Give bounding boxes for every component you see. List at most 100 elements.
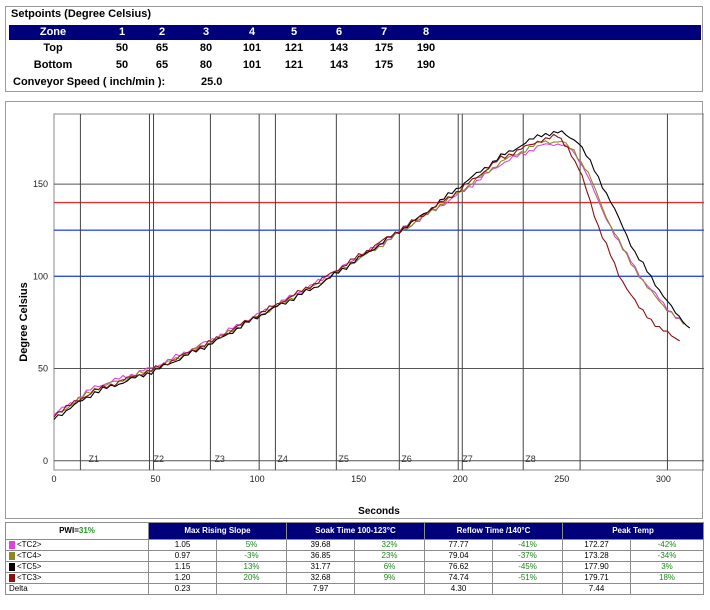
x-tick-label: 200: [453, 474, 468, 484]
stat-value-cell: 1.15: [148, 561, 217, 573]
zone-number: 3: [202, 26, 210, 38]
stat-value-cell: 7.44: [562, 583, 632, 595]
stat-percent-cell: [492, 583, 564, 595]
zone-label: Z6: [401, 454, 412, 464]
stat-percent-cell: 18%: [630, 572, 705, 584]
setpoint-value: 80: [199, 59, 213, 71]
stats-row: <TC5> 1.15 13% 31.77 6% 76.62 -45% 177.90 3%: [5, 561, 705, 573]
stat-percent-cell: -34%: [630, 550, 705, 562]
y-tick-label: 0: [43, 456, 48, 466]
stat-percent-cell: -37%: [492, 550, 564, 562]
setpoint-value: 175: [374, 59, 394, 71]
stat-percent-cell: 32%: [354, 539, 426, 551]
thermocouple-label-cell: Delta: [5, 583, 149, 595]
stat-value-cell: 177.90: [562, 561, 632, 573]
top-setpoint-row: Top 50 65 80 101 121 143 175 190: [9, 41, 701, 57]
thermocouple-label: <TC5>: [17, 562, 42, 572]
series-swatch: [9, 551, 15, 560]
thermocouple-label-cell: <TC2>: [5, 539, 149, 551]
zone-number: 8: [422, 26, 430, 38]
stat-value-cell: 79.04: [424, 550, 494, 562]
setpoints-panel: Setpoints (Degree Celsius) Zone 1 2 3 4 …: [5, 6, 703, 92]
y-tick-label: 150: [33, 179, 48, 189]
series-swatch: [9, 573, 15, 582]
thermocouple-label: Delta: [9, 584, 28, 594]
stats-body: <TC2> 1.05 5% 39.68 32% 77.77 -41% 172.27 -42% <T…: [5, 539, 705, 595]
zone-header-label: Zone: [39, 26, 67, 38]
thermocouple-label-cell: <TC5>: [5, 561, 149, 573]
setpoint-value: 143: [329, 42, 349, 54]
stat-value-cell: 31.77: [286, 561, 356, 573]
stat-value-cell: 172.27: [562, 539, 632, 551]
header-reflow-time: Reflow Time /140°C: [424, 522, 564, 540]
x-tick-label: 100: [250, 474, 265, 484]
setpoint-value: 65: [155, 42, 169, 54]
header-soak-time: Soak Time 100-123°C: [286, 522, 426, 540]
x-axis-title: Seconds: [358, 506, 400, 517]
zone-number: 5: [290, 26, 298, 38]
stat-value-cell: 32.68: [286, 572, 356, 584]
zone-label: Z5: [338, 454, 349, 464]
zone-label: Z3: [214, 454, 225, 464]
zone-label: Z4: [277, 454, 288, 464]
series-swatch: [9, 562, 15, 571]
stat-percent-cell: 6%: [354, 561, 426, 573]
setpoint-value: 80: [199, 42, 213, 54]
zone-number: 7: [380, 26, 388, 38]
zone-label: Z8: [525, 454, 536, 464]
zone-number: 6: [335, 26, 343, 38]
x-tick-label: 250: [554, 474, 569, 484]
stat-percent-cell: -42%: [630, 539, 705, 551]
setpoint-value: 65: [155, 59, 169, 71]
stat-value-cell: 4.30: [424, 583, 494, 595]
stat-value-cell: 36.85: [286, 550, 356, 562]
zone-header-row: Zone 1 2 3 4 5 6 7 8: [9, 25, 701, 40]
stat-percent-cell: -51%: [492, 572, 564, 584]
zone-number: 1: [118, 26, 126, 38]
thermocouple-label: <TC4>: [17, 551, 42, 561]
stat-value-cell: 74.74: [424, 572, 494, 584]
series-swatch: [9, 540, 15, 549]
y-tick-label: 50: [38, 364, 48, 374]
setpoint-value: 143: [329, 59, 349, 71]
zone-label: Z1: [89, 454, 100, 464]
zone-number: 4: [248, 26, 256, 38]
stat-value-cell: 7.97: [286, 583, 356, 595]
series-line-2: [53, 140, 685, 417]
stat-value-cell: 179.71: [562, 572, 632, 584]
setpoints-title: Setpoints (Degree Celsius): [11, 8, 151, 20]
stat-value-cell: 39.68: [286, 539, 356, 551]
stat-value-cell: 1.20: [148, 572, 217, 584]
stat-percent-cell: -3%: [215, 550, 288, 562]
stat-percent-cell: 13%: [215, 561, 288, 573]
profile-statistics-table: PWI=31% Max Rising Slope Soak Time 100-1…: [5, 522, 705, 595]
thermocouple-label-cell: <TC3>: [5, 572, 149, 584]
pwi-label: PWI=: [59, 526, 79, 535]
stat-percent-cell: -45%: [492, 561, 564, 573]
stats-header-row: PWI=31% Max Rising Slope Soak Time 100-1…: [5, 522, 705, 540]
setpoint-value: 175: [374, 42, 394, 54]
setpoints-grid: Zone 1 2 3 4 5 6 7 8 Top 50 65 80 101 12…: [9, 25, 701, 89]
stat-value-cell: 0.97: [148, 550, 217, 562]
zone-number: 2: [158, 26, 166, 38]
x-tick-label: 150: [351, 474, 366, 484]
stat-value-cell: 77.77: [424, 539, 494, 551]
bottom-setpoint-row: Bottom 50 65 80 101 121 143 175 190: [9, 58, 701, 74]
thermocouple-label-cell: <TC4>: [5, 550, 149, 562]
stat-percent-cell: [215, 583, 288, 595]
setpoint-value: 101: [242, 59, 262, 71]
stat-percent-cell: [354, 583, 426, 595]
x-tick-label: 50: [151, 474, 161, 484]
stat-percent-cell: 9%: [354, 572, 426, 584]
pwi-value: 31%: [78, 526, 95, 535]
setpoint-value: 101: [242, 42, 262, 54]
stat-percent-cell: [630, 583, 705, 595]
setpoint-value: 50: [115, 59, 129, 71]
header-peak-temp: Peak Temp: [562, 522, 705, 540]
conveyor-speed-value: 25.0: [201, 76, 223, 88]
stat-percent-cell: -41%: [492, 539, 564, 551]
stat-value-cell: 1.05: [148, 539, 217, 551]
conveyor-speed-label: Conveyor Speed ( inch/min ):: [13, 76, 166, 88]
stats-row: <TC4> 0.97 -3% 36.85 23% 79.04 -37% 173.28 -34%: [5, 550, 705, 562]
setpoint-value: 190: [416, 42, 436, 54]
